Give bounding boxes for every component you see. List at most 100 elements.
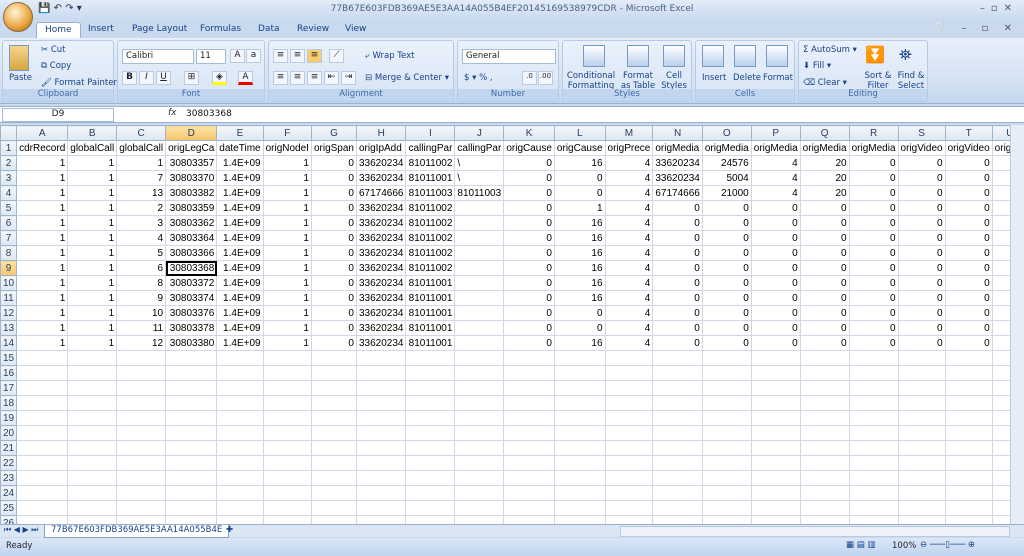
cell-R20[interactable] [848, 425, 899, 441]
cell-U10[interactable] [991, 275, 1010, 291]
cell-Q16[interactable] [799, 365, 850, 381]
cell-K24[interactable] [503, 485, 555, 501]
insert-sheet-icon[interactable]: ✚ [226, 525, 233, 535]
cell-I1[interactable]: callingPar [405, 140, 456, 156]
cell-P9[interactable]: 0 [750, 260, 801, 276]
cell-P15[interactable] [750, 350, 801, 366]
cell-T20[interactable] [944, 425, 993, 441]
cell-T14[interactable]: 0 [944, 335, 993, 351]
cell-P14[interactable]: 0 [750, 335, 801, 351]
cell-L15[interactable] [553, 350, 606, 366]
cell-R24[interactable] [848, 485, 899, 501]
cell-I2[interactable]: 81011002 [405, 155, 456, 171]
number-format-dropdown[interactable]: General [462, 49, 556, 64]
cell-I3[interactable]: 81011001 [405, 170, 456, 186]
cell-K26[interactable] [503, 515, 555, 524]
cell-J8[interactable] [454, 245, 505, 261]
cell-Q3[interactable]: 20 [799, 170, 850, 186]
cell-K13[interactable]: 0 [503, 320, 555, 336]
cell-D13[interactable]: 30803378 [165, 320, 218, 336]
cell-M12[interactable]: 4 [604, 305, 654, 321]
row-header-2[interactable]: 2 [0, 155, 18, 171]
cell-O26[interactable] [701, 515, 752, 524]
column-header-A[interactable]: A [16, 125, 69, 141]
cell-B25[interactable] [67, 500, 118, 516]
cell-F12[interactable]: 1 [262, 305, 312, 321]
align-right-icon[interactable]: ≡ [307, 71, 322, 85]
cell-Q12[interactable]: 0 [799, 305, 850, 321]
row-header-18[interactable]: 18 [0, 395, 18, 411]
cell-L3[interactable]: 0 [553, 170, 606, 186]
cell-E19[interactable] [216, 410, 264, 426]
cell-C21[interactable] [116, 440, 167, 456]
cell-G25[interactable] [310, 500, 357, 516]
cell-K1[interactable]: origCause [503, 140, 555, 156]
cell-R12[interactable]: 0 [848, 305, 899, 321]
cell-I20[interactable] [405, 425, 456, 441]
row-header-13[interactable]: 13 [0, 320, 18, 336]
cell-E12[interactable]: 1.4E+09 [216, 305, 264, 321]
cell-A13[interactable]: 1 [16, 320, 69, 336]
cell-S26[interactable] [897, 515, 946, 524]
cell-F15[interactable] [262, 350, 312, 366]
cell-P21[interactable] [750, 440, 801, 456]
cell-D25[interactable] [165, 500, 218, 516]
column-header-J[interactable]: J [454, 125, 505, 141]
cell-B9[interactable]: 1 [67, 260, 118, 276]
format-painter-button[interactable]: 🖌 Format Painter [41, 78, 117, 88]
cell-Q21[interactable] [799, 440, 850, 456]
cell-S24[interactable] [897, 485, 946, 501]
delete-button[interactable]: Delete [733, 73, 761, 83]
cell-A3[interactable]: 1 [16, 170, 69, 186]
cell-F14[interactable]: 1 [262, 335, 312, 351]
cell-K18[interactable] [503, 395, 555, 411]
tab-formulas[interactable]: Formulas [200, 22, 241, 38]
cell-J1[interactable]: callingPar [454, 140, 505, 156]
cell-H22[interactable] [355, 455, 407, 471]
cell-S19[interactable] [897, 410, 946, 426]
cell-M20[interactable] [604, 425, 654, 441]
cell-J19[interactable] [454, 410, 505, 426]
cell-T23[interactable] [944, 470, 993, 486]
cell-A11[interactable]: 1 [16, 290, 69, 306]
cell-J3[interactable]: \ [454, 170, 505, 186]
cell-P17[interactable] [750, 380, 801, 396]
format-button[interactable]: Format [763, 73, 793, 83]
increase-indent-icon[interactable]: ⇥ [341, 71, 356, 85]
cell-O15[interactable] [701, 350, 752, 366]
cell-J14[interactable] [454, 335, 505, 351]
insert-cells-icon[interactable] [702, 45, 724, 67]
cell-T19[interactable] [944, 410, 993, 426]
row-header-16[interactable]: 16 [0, 365, 18, 381]
cell-O1[interactable]: origMedia [701, 140, 752, 156]
name-box[interactable]: D9 [2, 108, 114, 122]
cell-D22[interactable] [165, 455, 218, 471]
cell-P16[interactable] [750, 365, 801, 381]
cell-N6[interactable]: 0 [652, 215, 703, 231]
column-header-P[interactable]: P [750, 125, 801, 141]
cell-A26[interactable] [16, 515, 69, 524]
cell-O7[interactable]: 0 [701, 230, 752, 246]
row-header-4[interactable]: 4 [0, 185, 18, 201]
cell-N1[interactable]: origMedia [652, 140, 703, 156]
cell-T26[interactable] [944, 515, 993, 524]
cell-R9[interactable]: 0 [848, 260, 899, 276]
cell-F10[interactable]: 1 [262, 275, 312, 291]
cell-D18[interactable] [165, 395, 218, 411]
cell-L12[interactable]: 0 [553, 305, 606, 321]
cell-L6[interactable]: 16 [553, 215, 606, 231]
row-header-17[interactable]: 17 [0, 380, 18, 396]
cell-H3[interactable]: 33620234 [355, 170, 407, 186]
cell-F24[interactable] [262, 485, 312, 501]
cell-L9[interactable]: 16 [553, 260, 606, 276]
cell-L26[interactable] [553, 515, 606, 524]
cell-K2[interactable]: 0 [503, 155, 555, 171]
sheet-tab[interactable]: 77B67E603FDB369AE5E3AA14A055B4E [44, 525, 230, 538]
cell-A15[interactable] [16, 350, 69, 366]
cell-S9[interactable]: 0 [897, 260, 946, 276]
cell-S18[interactable] [897, 395, 946, 411]
cell-P12[interactable]: 0 [750, 305, 801, 321]
cell-K11[interactable]: 0 [503, 290, 555, 306]
cell-M14[interactable]: 4 [604, 335, 654, 351]
cell-R10[interactable]: 0 [848, 275, 899, 291]
